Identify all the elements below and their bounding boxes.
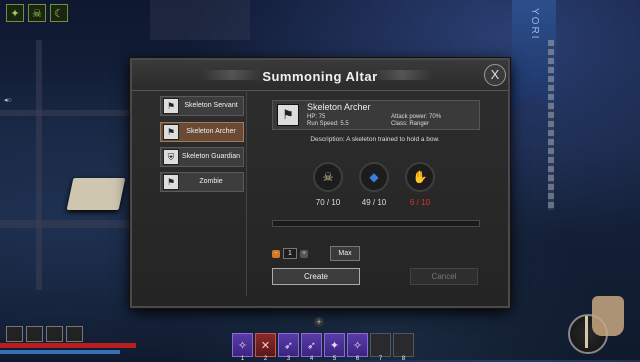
health-bar xyxy=(0,343,136,348)
requirement-count: 6 / 10 xyxy=(409,198,430,207)
list-item-label: Skeleton Guardian xyxy=(182,153,240,160)
hotbar-slot-5[interactable]: ✦ 5 xyxy=(324,333,345,362)
requirement-gem: ◆ 49 / 10 xyxy=(359,162,389,207)
hotbar-slot-number: 5 xyxy=(332,356,337,362)
summon-list: ⚑ Skeleton Servant ⚑ Skeleton Archer ⛨ S… xyxy=(156,90,247,296)
wood-beam xyxy=(0,110,130,116)
quantity-decrease-button[interactable]: - xyxy=(272,249,280,258)
hotbar-slot-number: 8 xyxy=(401,356,406,362)
list-item-label: Zombie xyxy=(199,178,223,185)
list-item-label: Skeleton Archer xyxy=(186,128,236,135)
summoning-altar-dialog: Summoning Altar X ⚑ Skeleton Servant ⚑ S… xyxy=(130,58,510,308)
hotbar-slot-number: 3 xyxy=(286,356,291,362)
cancel-button[interactable]: Cancel xyxy=(410,268,478,285)
stat-run-speed: Run Speed: 5.5 xyxy=(307,121,349,127)
unit-info-card: ⚑ Skeleton Archer HP: 75 Run Speed: 5.5 … xyxy=(272,100,480,130)
list-item-skeleton-servant[interactable]: ⚑ Skeleton Servant xyxy=(160,96,244,116)
hotbar-slot-number: 1 xyxy=(240,356,245,362)
requirements: ☠ 70 / 10 ◆ 49 / 10 ✋ 6 / 10 xyxy=(313,162,435,207)
requirement-flesh: ✋ 6 / 10 xyxy=(405,162,435,207)
skull-flag-icon: ⚑ xyxy=(163,98,179,114)
hotbar-slot-number: 6 xyxy=(355,356,360,362)
blue-gem-icon: ◆ xyxy=(359,162,389,192)
max-button[interactable]: Max xyxy=(330,246,360,261)
close-button[interactable]: X xyxy=(484,64,506,86)
requirement-bone: ☠ 70 / 10 xyxy=(313,162,343,207)
compass-needle xyxy=(585,316,588,348)
party-slot[interactable] xyxy=(46,326,63,342)
hotbar-slot-number: 2 xyxy=(263,356,268,362)
bone-material-icon: ☠ xyxy=(313,162,343,192)
hotbar-slot-number: 7 xyxy=(378,356,383,362)
hanging-chain xyxy=(548,40,554,210)
status-icon-2: ☠ xyxy=(28,4,46,22)
dialog-header: Summoning Altar X xyxy=(132,60,508,91)
add-icon[interactable]: + xyxy=(314,317,324,327)
wall-planks xyxy=(150,0,250,40)
requirement-count: 70 / 10 xyxy=(315,198,341,207)
stat-hp: HP: 75 xyxy=(307,114,326,120)
list-item-zombie[interactable]: ⚑ Zombie xyxy=(160,172,244,192)
status-icon-1: ✦ xyxy=(6,4,24,22)
wood-post xyxy=(36,40,42,290)
shield-skull-icon: ⛨ xyxy=(163,149,179,165)
wood-beam xyxy=(0,220,130,228)
status-effects: ✦ ☠ ☾ xyxy=(6,4,68,22)
quantity-input[interactable]: 1 xyxy=(283,248,297,259)
list-item-skeleton-guardian[interactable]: ⛨ Skeleton Guardian xyxy=(160,147,244,167)
list-item-skeleton-archer[interactable]: ⚑ Skeleton Archer xyxy=(160,122,244,142)
list-item-label: Skeleton Servant xyxy=(184,102,238,109)
banner-text: YORI xyxy=(529,8,540,41)
requirement-count: 49 / 10 xyxy=(361,198,387,207)
hotbar-slot-7[interactable]: 7 xyxy=(370,333,391,362)
hotbar-slot-4[interactable]: ➶ 4 xyxy=(301,333,322,362)
hotbar-slot-3[interactable]: ➶ 3 xyxy=(278,333,299,362)
left-marker-icon: ◂○ xyxy=(4,97,12,104)
dialog-title: Summoning Altar xyxy=(262,69,378,84)
stat-attack-power: Attack power: 70% xyxy=(391,114,442,120)
player-hand xyxy=(592,296,624,336)
hotbar-slot-1[interactable]: ✧ 1 xyxy=(232,333,253,362)
mana-bar xyxy=(0,350,120,354)
summon-progress-bar xyxy=(272,220,480,227)
quantity-stepper: - 1 + xyxy=(272,248,308,259)
hotbar-slot-2[interactable]: ✕ 2 xyxy=(255,333,276,362)
hotbar-slot-8[interactable]: 8 xyxy=(393,333,414,362)
party-slots xyxy=(6,326,83,342)
skull-flag-icon: ⚑ xyxy=(163,124,179,140)
unit-description: Description: A skeleton trained to hold … xyxy=(310,136,440,143)
quantity-increase-button[interactable]: + xyxy=(300,249,308,258)
hotbar: ✧ 1 ✕ 2 ➶ 3 ➶ 4 ✦ 5 ✧ 6 7 8 xyxy=(232,333,414,362)
stat-class: Class: Ranger xyxy=(391,121,430,127)
party-slot[interactable] xyxy=(26,326,43,342)
hotbar-slot-number: 4 xyxy=(309,356,314,362)
skull-flag-icon: ⚑ xyxy=(163,174,179,190)
open-book xyxy=(66,178,126,210)
unit-portrait-icon: ⚑ xyxy=(277,104,299,126)
unit-name: Skeleton Archer xyxy=(307,102,371,112)
flesh-material-icon: ✋ xyxy=(405,162,435,192)
party-slot[interactable] xyxy=(6,326,23,342)
status-icon-3: ☾ xyxy=(50,4,68,22)
create-button[interactable]: Create xyxy=(272,268,360,285)
party-slot[interactable] xyxy=(66,326,83,342)
hotbar-slot-6[interactable]: ✧ 6 xyxy=(347,333,368,362)
